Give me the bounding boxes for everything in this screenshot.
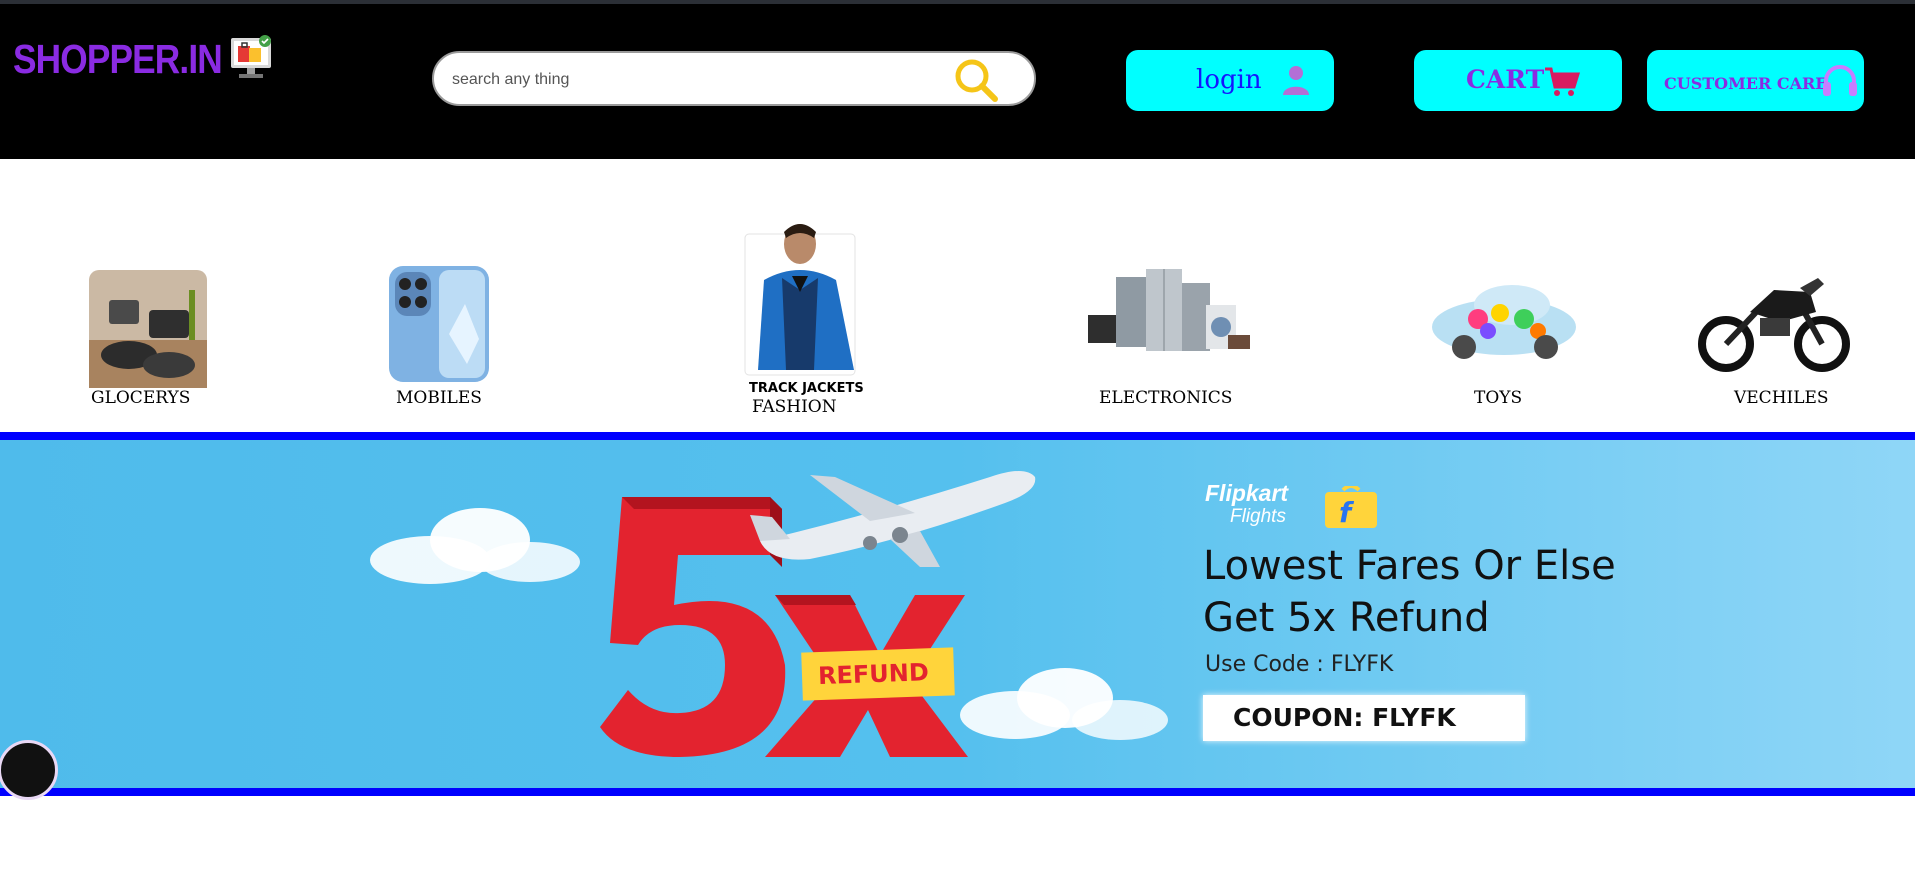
cart-button[interactable]: CART: [1414, 50, 1622, 111]
cloud-icon: [370, 508, 580, 584]
motorcycle-thumb[interactable]: [1690, 268, 1856, 372]
category-label-vehicles[interactable]: VECHILES: [1734, 388, 1829, 408]
thumb-caption-track-jackets: TRACK JACKETS: [749, 381, 864, 396]
refund-tag-text: REFUND: [817, 658, 930, 691]
headline-line-1: Lowest Fares Or Else: [1203, 543, 1616, 589]
headline-line-2: Get 5x Refund: [1203, 595, 1490, 641]
flights-brand-text: Flights: [1230, 506, 1286, 527]
headset-icon: [1823, 65, 1857, 96]
appliances-thumb[interactable]: [1088, 265, 1250, 357]
banner-border-bottom: [0, 788, 1915, 796]
category-label-fashion[interactable]: FASHION: [752, 397, 837, 417]
jacket-thumb[interactable]: [744, 220, 856, 376]
category-label-mobiles[interactable]: MOBILES: [396, 388, 482, 408]
cart-label: CART: [1466, 65, 1545, 94]
flipkart-logo-icon: f: [1325, 486, 1377, 528]
category-label-electronics[interactable]: ELECTRONICS: [1099, 388, 1232, 408]
brand-logo[interactable]: SHOPPER.IN: [13, 36, 223, 83]
flipkart-brand-text: Flipkart: [1205, 480, 1289, 506]
login-label: login: [1196, 65, 1262, 95]
use-code-text: Use Code : FLYFK: [1205, 652, 1394, 677]
search-input[interactable]: [450, 65, 954, 95]
category-label-toys[interactable]: TOYS: [1474, 388, 1522, 408]
site-header: SHOPPER.IN login CART: [0, 4, 1915, 159]
floating-action-button[interactable]: [0, 740, 58, 800]
category-label-grocery[interactable]: GLOCERYS: [91, 388, 190, 408]
toy-car-thumb[interactable]: [1428, 275, 1580, 367]
airplane-icon: [750, 471, 1036, 567]
coupon-text: COUPON: FLYFK: [1233, 703, 1456, 732]
login-button[interactable]: login: [1126, 50, 1334, 111]
cookware-thumb[interactable]: [89, 270, 207, 388]
refund-tag: REFUND: [801, 647, 955, 701]
coupon-box[interactable]: COUPON: FLYFK: [1203, 695, 1525, 741]
cart-icon: [1545, 67, 1580, 96]
customer-care-button[interactable]: CUSTOMER CARE: [1647, 50, 1864, 111]
search-icon[interactable]: [950, 57, 1002, 103]
user-icon: [1283, 66, 1309, 95]
search-bar: [432, 51, 1036, 106]
shopping-monitor-icon: [231, 35, 271, 78]
phone-thumb[interactable]: [387, 264, 491, 384]
customer-care-label: CUSTOMER CARE: [1664, 74, 1828, 93]
cloud-icon: [960, 668, 1168, 740]
promo-banner[interactable]: REFUND Flipkart Flights f Lowest Fares O…: [0, 440, 1915, 788]
banner-border-top: [0, 432, 1915, 440]
